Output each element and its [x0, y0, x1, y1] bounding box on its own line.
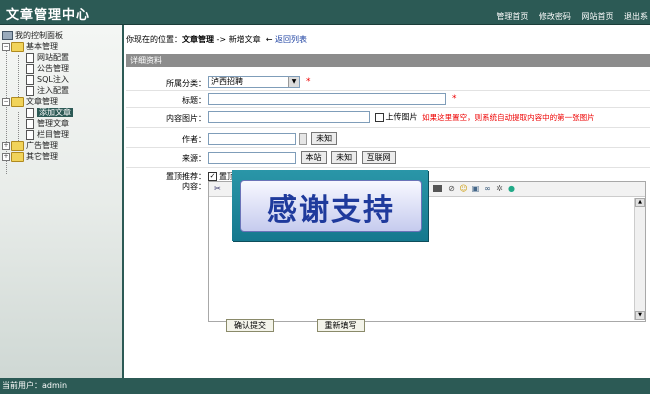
sidebar-group-article[interactable]: − 文章管理: [2, 96, 73, 107]
scroll-down-icon[interactable]: ▼: [635, 311, 645, 320]
sidebar-group-basic[interactable]: − 基本管理: [2, 41, 73, 52]
sidebar-item-inject-config[interactable]: 注入配置: [2, 85, 73, 96]
row-category: 所属分类： 泸西招聘 ▼ *: [126, 76, 650, 91]
document-icon: [26, 74, 34, 85]
sidebar-root[interactable]: 我的控制面板: [2, 30, 73, 41]
source-input[interactable]: [208, 151, 296, 164]
sidebar-group-ads[interactable]: + 广告管理: [2, 140, 73, 151]
author-input[interactable]: [208, 132, 296, 145]
top-header: 文章管理中心 管理首页 修改密码 网站首页 退出系: [0, 0, 650, 25]
scroll-up-icon[interactable]: ▲: [635, 198, 645, 207]
image-hint: 如果这里置空，则系统自动提取内容中的第一张图片: [422, 112, 595, 122]
attach-icon[interactable]: ⊘: [447, 184, 456, 193]
sidebar-item-manage-article[interactable]: 管理文章: [2, 118, 73, 129]
link-icon[interactable]: ∞: [483, 184, 492, 193]
required-mark: *: [452, 94, 457, 104]
title-input[interactable]: [208, 93, 446, 105]
author-unknown-button[interactable]: 未知: [311, 132, 338, 145]
source-site-button[interactable]: 本站: [300, 151, 327, 164]
document-icon: [26, 107, 34, 118]
breadcrumb: 你现在的位置：文章管理 -> 新增文章 ← 返回列表: [126, 35, 308, 44]
category-select[interactable]: 泸西招聘 ▼: [208, 76, 300, 88]
collapse-icon[interactable]: −: [2, 42, 10, 51]
chevron-down-icon: ▼: [288, 77, 299, 87]
document-icon: [26, 63, 34, 74]
required-mark: *: [306, 77, 311, 87]
current-user: 当前用户：admin: [2, 381, 68, 390]
breadcrumb-arrow: ->: [216, 35, 227, 44]
row-author: 作者： 未知: [126, 130, 650, 148]
folder-icon: [11, 41, 24, 52]
upload-image-label: 上传图片: [385, 112, 418, 122]
image-icon[interactable]: ▣: [471, 184, 480, 193]
globe-icon[interactable]: ●: [507, 184, 516, 193]
smiley-icon[interactable]: ☺: [459, 184, 468, 193]
breadcrumb-section[interactable]: 文章管理: [182, 35, 214, 44]
image-input[interactable]: [208, 111, 370, 123]
sidebar-group-other[interactable]: + 其它管理: [2, 151, 73, 162]
form-actions: 确认提交 重新填写: [224, 319, 403, 332]
sidebar-item-notice[interactable]: 公告管理: [2, 63, 73, 74]
nav-site-home[interactable]: 网站首页: [581, 12, 613, 21]
editor-scrollbar[interactable]: ▲ ▼: [634, 198, 645, 320]
sidebar-item-add-article[interactable]: 添加文章: [2, 107, 73, 118]
row-title: 标题： *: [126, 93, 650, 108]
reset-button[interactable]: 重新填写: [316, 319, 365, 332]
document-icon: [26, 129, 34, 140]
document-icon: [26, 85, 34, 96]
source-internet-button[interactable]: 互联网: [361, 151, 396, 164]
computer-icon: [2, 31, 13, 40]
submit-button[interactable]: 确认提交: [226, 319, 274, 332]
sidebar: 我的控制面板 − 基本管理 网站配置 公告管理 SQL注入 注入配置 − 文章管理 …: [0, 25, 124, 378]
sidebar-item-site-config[interactable]: 网站配置: [2, 52, 73, 63]
row-source: 来源： 本站 未知 互联网: [126, 150, 650, 168]
nav-logout[interactable]: 退出系: [624, 12, 648, 21]
breadcrumb-page: 新增文章: [228, 35, 261, 44]
top-nav: 管理首页 修改密码 网站首页 退出系: [496, 11, 650, 22]
folder-icon: [11, 151, 24, 162]
sidebar-tree: 我的控制面板 − 基本管理 网站配置 公告管理 SQL注入 注入配置 − 文章管理 …: [2, 30, 73, 174]
upload-image-checkbox[interactable]: [374, 112, 384, 122]
app-title: 文章管理中心: [6, 8, 91, 23]
cut-icon[interactable]: ✂: [213, 184, 222, 193]
expand-icon[interactable]: +: [2, 141, 10, 150]
document-icon: [26, 52, 34, 63]
author-picker[interactable]: [298, 132, 307, 145]
expand-icon[interactable]: +: [2, 152, 10, 161]
section-title: 详细资料: [126, 54, 650, 67]
folder-icon: [11, 140, 24, 151]
overlay-panel: 感谢支持: [240, 180, 422, 232]
thanks-overlay: 感谢支持: [232, 170, 428, 241]
folder-open-icon: [11, 96, 24, 107]
row-image: 内容图片： 上传图片 如果这里置空，则系统自动提取内容中的第一张图片: [126, 110, 650, 128]
back-to-list-link[interactable]: 返回列表: [275, 35, 307, 44]
document-icon: [26, 118, 34, 129]
source-unknown-button[interactable]: 未知: [331, 151, 358, 164]
status-bar: 当前用户：admin: [0, 378, 650, 394]
nav-admin-home[interactable]: 管理首页: [496, 12, 528, 21]
gear-icon[interactable]: ✲: [495, 184, 504, 193]
nav-change-password[interactable]: 修改密码: [539, 12, 571, 21]
sidebar-item-columns[interactable]: 栏目管理: [2, 129, 73, 140]
hr-icon[interactable]: [433, 185, 442, 192]
overlay-text: 感谢支持: [267, 193, 395, 228]
sidebar-item-sql[interactable]: SQL注入: [2, 74, 73, 85]
back-arrow-icon: ←: [265, 35, 273, 44]
collapse-icon[interactable]: −: [2, 97, 10, 106]
top-checkbox[interactable]: ✓: [208, 172, 217, 181]
